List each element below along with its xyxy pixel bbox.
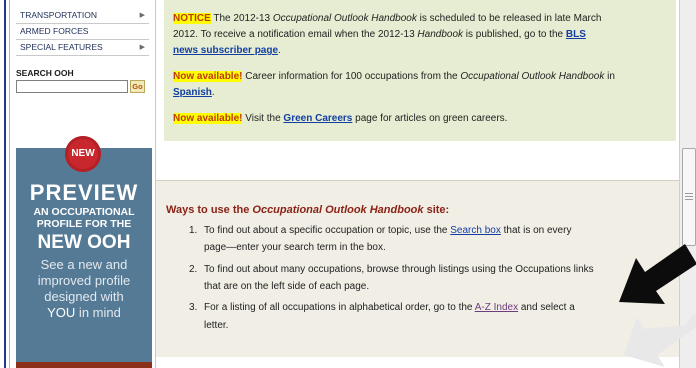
promo-tagline-line: designed with	[44, 289, 124, 304]
promo-you: YOU	[47, 305, 76, 320]
notice-handbook: Handbook	[417, 29, 464, 40]
promo-tagline: See a new and improved profile designed …	[16, 257, 152, 321]
spanish-text: .	[211, 87, 215, 98]
promo-subheading-line: AN OCCUPATIONAL	[33, 206, 135, 218]
vertical-scrollbar[interactable]	[679, 0, 696, 368]
promo-preview-heading: PREVIEW	[29, 180, 139, 205]
spanish-ooh-title: Occupational Outlook Handbook	[460, 71, 605, 82]
spanish-text: Career information for 100 occupations f…	[242, 71, 461, 82]
sidebar-item-label: ARMED FORCES	[20, 26, 89, 36]
list-text: To find out about a specific occupation …	[204, 225, 451, 236]
search-input[interactable]	[16, 80, 128, 93]
spanish-line: Spanish.	[173, 85, 215, 101]
list-text: that is on every	[500, 225, 572, 236]
green-text: page for articles on green careers.	[352, 113, 508, 124]
promo-tagline-line: YOU in mind	[16, 305, 152, 321]
green-careers-line: Now available! Visit the Green Careers p…	[173, 111, 507, 127]
notice-line: NOTICE The 2012-13 Occupational Outlook …	[173, 11, 601, 27]
list-number: 3.	[189, 302, 198, 313]
ways-title-ooh: Occupational Outlook Handbook	[252, 204, 424, 216]
news-subscriber-link[interactable]: news subscriber page	[173, 45, 278, 56]
ways-title: Ways to use the Occupational Outlook Han…	[166, 204, 449, 216]
promo-subheading-line: PROFILE FOR THE	[36, 218, 132, 230]
search-go-button[interactable]: Go	[130, 80, 145, 93]
preview-profile-banner[interactable]: NEW PREVIEW AN OCCUPATIONAL PROFILE FOR …	[16, 136, 152, 368]
main-content: NOTICE The 2012-13 Occupational Outlook …	[156, 0, 679, 368]
search-row: Go	[16, 80, 155, 93]
scrollbar-thumb[interactable]	[682, 148, 696, 246]
new-badge: NEW	[65, 136, 101, 172]
notice-box: NOTICE The 2012-13 Occupational Outlook …	[164, 0, 676, 141]
now-available-badge: Now available!	[173, 71, 243, 82]
list-item: To find out about many occupations, brow…	[204, 264, 594, 275]
list-text: and select a	[518, 302, 575, 313]
list-item-cont: page—enter your search term in the box.	[204, 242, 386, 253]
spanish-text: in	[604, 71, 615, 82]
sidebar-item-label: TRANSPORTATION	[20, 10, 97, 20]
bls-link[interactable]: BLS	[566, 29, 586, 40]
notice-text: .	[278, 45, 281, 56]
promo-tagline-line: improved profile	[37, 273, 131, 288]
list-text: For a listing of all occupations in alph…	[204, 302, 475, 313]
window-left-border	[0, 0, 10, 368]
notice-line: 2012. To receive a notification email wh…	[173, 27, 586, 43]
notice-text: 2012. To receive a notification email wh…	[173, 29, 418, 40]
notice-text: is scheduled to be released in late Marc…	[416, 13, 602, 24]
spanish-link[interactable]: Spanish	[173, 87, 212, 98]
green-text: Visit the	[242, 113, 284, 124]
green-careers-link[interactable]: Green Careers	[283, 113, 352, 124]
promo-tagline-line: See a new and	[40, 257, 128, 272]
spanish-line: Now available! Career information for 10…	[173, 69, 615, 85]
notice-badge: NOTICE	[173, 13, 211, 24]
promo-subheading: AN OCCUPATIONAL PROFILE FOR THE	[16, 206, 152, 230]
promo-tagline-end: in mind	[75, 305, 121, 320]
list-item: For a listing of all occupations in alph…	[204, 302, 575, 313]
list-number: 2.	[189, 264, 198, 275]
sidebar-item-armed-forces[interactable]: ARMED FORCES	[16, 24, 149, 40]
ways-to-use-box: Ways to use the Occupational Outlook Han…	[156, 180, 679, 357]
left-sidebar: TRANSPORTATION ▶ ARMED FORCES SPECIAL FE…	[10, 0, 156, 368]
list-item-cont: that are on the left side of each page.	[204, 281, 370, 292]
sidebar-item-special-features[interactable]: SPECIAL FEATURES ▶	[16, 40, 149, 56]
triangle-right-icon: ▶	[139, 44, 145, 51]
grip-line	[685, 199, 693, 200]
grip-line	[685, 196, 693, 197]
a-z-index-link[interactable]: A-Z Index	[475, 302, 518, 313]
sidebar-item-transportation[interactable]: TRANSPORTATION ▶	[16, 8, 149, 24]
now-available-badge: Now available!	[173, 113, 243, 124]
notice-text: is published, go to the	[463, 29, 566, 40]
promo-bottom-stripe	[16, 362, 152, 368]
notice-line: news subscriber page.	[173, 43, 281, 59]
sidebar-item-label: SPECIAL FEATURES	[20, 42, 103, 52]
list-number: 1.	[189, 225, 198, 236]
notice-ooh-title: Occupational Outlook Handbook	[272, 13, 417, 24]
list-item-cont: letter.	[204, 320, 229, 331]
sidebar-nav: TRANSPORTATION ▶ ARMED FORCES SPECIAL FE…	[10, 0, 155, 56]
search-box-link[interactable]: Search box	[450, 225, 501, 236]
ways-title-text: site:	[423, 204, 450, 216]
notice-text: The 2012-13	[210, 13, 273, 24]
triangle-right-icon: ▶	[139, 12, 145, 19]
ways-title-text: Ways to use the	[166, 204, 253, 216]
list-item: To find out about a specific occupation …	[204, 225, 571, 236]
promo-new-ooh: NEW OOH	[37, 232, 131, 253]
search-label: SEARCH OOH	[16, 68, 74, 78]
grip-line	[685, 193, 693, 194]
